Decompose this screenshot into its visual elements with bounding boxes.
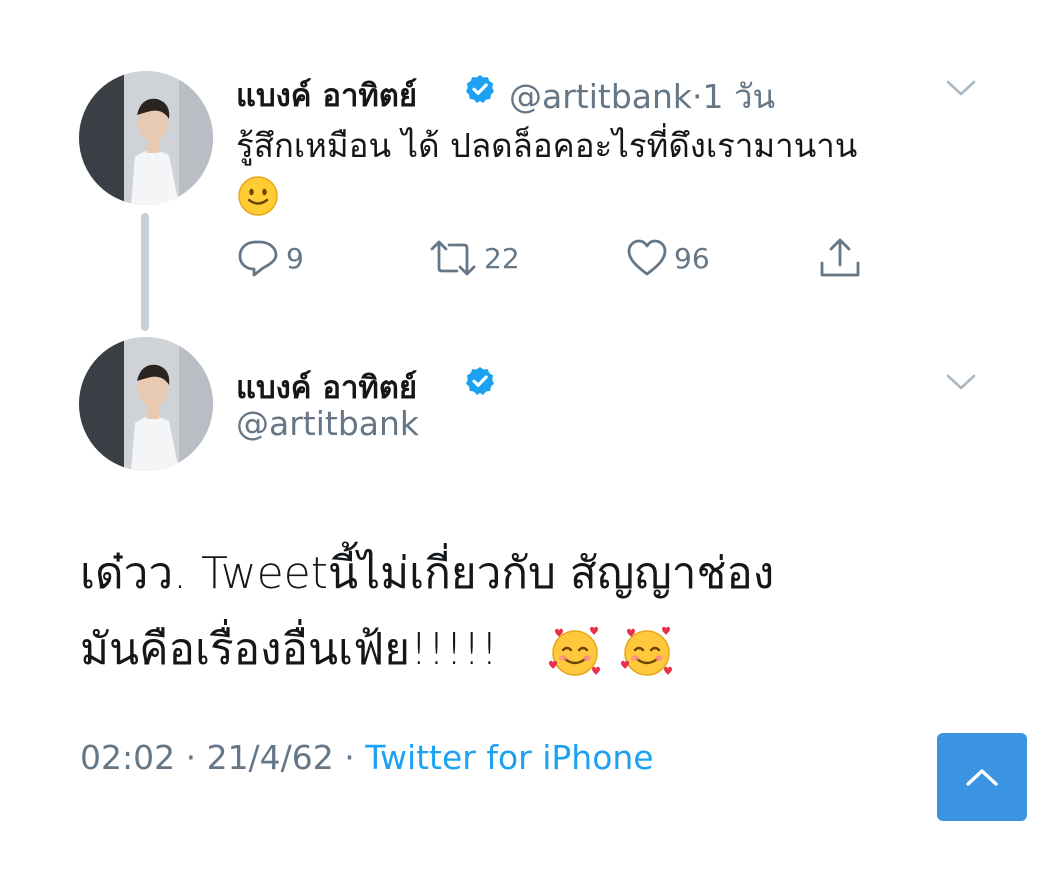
- handle[interactable]: @artitbank: [509, 77, 692, 116]
- source-link[interactable]: Twitter for iPhone: [365, 738, 653, 777]
- handle[interactable]: @artitbank: [236, 404, 419, 443]
- avatar[interactable]: [79, 71, 213, 205]
- scroll-to-top-button[interactable]: [937, 733, 1027, 821]
- retweet-action[interactable]: 22: [428, 236, 520, 280]
- heart-icon: [627, 239, 667, 276]
- reply-icon: [238, 240, 278, 277]
- retweet-icon: [430, 240, 476, 276]
- retweet-count: 22: [484, 241, 520, 275]
- tweet-text-line-1: เด๋วว. Tweetนี้ไม่เกี่ยวกับ สัญญาช่อง: [80, 548, 775, 599]
- timestamp[interactable]: 02:02 · 21/4/62 ·: [80, 738, 355, 777]
- verified-badge-icon: [466, 367, 494, 395]
- thread-connector-line: [141, 213, 149, 331]
- slightly-smiling-face-icon: [238, 175, 278, 216]
- tweet-timestamp-row: 02:02 · 21/4/62 · Twitter for iPhone: [80, 738, 654, 777]
- tweet-text-content: รู้สึกเหมือน ได้ ปลดล็อคอะไรที่ดึงเรามาน…: [236, 126, 858, 165]
- smiling-face-with-hearts-icon: [621, 626, 673, 676]
- like-action[interactable]: 96: [626, 236, 710, 280]
- smiling-face-with-hearts-icon: [549, 626, 601, 676]
- share-icon: [820, 238, 860, 277]
- tweet-text: รู้สึกเหมือน ได้ ปลดล็อคอะไรที่ดึงเรามาน…: [236, 122, 936, 218]
- chevron-down-icon[interactable]: [946, 78, 976, 98]
- avatar[interactable]: [79, 337, 213, 471]
- relative-time[interactable]: 1 วัน: [703, 77, 776, 116]
- chevron-up-icon: [966, 769, 998, 786]
- display-name[interactable]: แบงค์ อาทิตย์: [236, 70, 417, 120]
- reply-action[interactable]: 9: [236, 236, 304, 280]
- avatar-photo: [79, 71, 213, 205]
- tweet-text-line-2: มันคือเรื่องอื่นเฟ้ย!!!!!: [80, 624, 499, 675]
- chevron-down-icon[interactable]: [946, 372, 976, 392]
- verified-badge-icon: [466, 75, 494, 103]
- tweet-text-line-2-wrap: มันคือเรื่องอื่นเฟ้ย!!!!!: [80, 612, 980, 688]
- tweet-meta: @artitbank·1 วัน: [509, 70, 775, 123]
- share-action[interactable]: [818, 236, 862, 280]
- avatar-photo: [79, 337, 213, 471]
- like-count: 96: [674, 241, 710, 275]
- tweet-text: เด๋วว. Tweetนี้ไม่เกี่ยวกับ สัญญาช่อง มั…: [80, 536, 980, 688]
- separator: ·: [692, 77, 703, 116]
- reply-count: 9: [286, 241, 304, 275]
